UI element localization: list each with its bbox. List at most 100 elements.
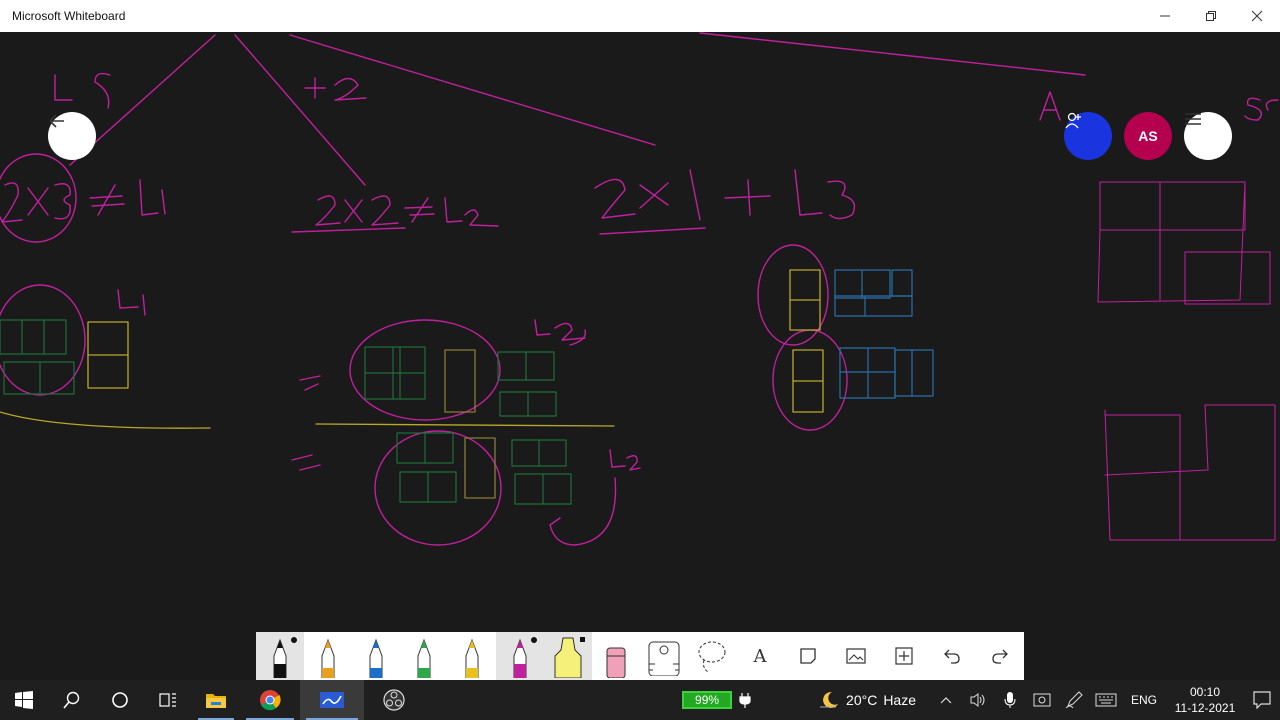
yellow-pen-tool[interactable] bbox=[448, 632, 496, 680]
insert-tool[interactable] bbox=[880, 632, 928, 680]
green-ink bbox=[0, 319, 572, 505]
user-avatar-button[interactable]: AS bbox=[1124, 112, 1172, 160]
battery-level: 99% bbox=[682, 691, 733, 709]
close-button[interactable] bbox=[1234, 0, 1280, 32]
cortana-button[interactable] bbox=[96, 680, 144, 720]
yellow-pen-icon bbox=[465, 638, 479, 678]
weather-widget[interactable]: 20°C Haze bbox=[818, 690, 916, 710]
weather-condition: Haze bbox=[883, 692, 916, 708]
plug-icon bbox=[739, 693, 751, 708]
chrome-app[interactable] bbox=[240, 680, 300, 720]
insert-icon bbox=[895, 647, 913, 665]
redo-tool[interactable] bbox=[976, 632, 1024, 680]
lasso-tool[interactable] bbox=[688, 632, 736, 680]
clock-date: 11-12-2021 bbox=[1174, 701, 1236, 715]
file-explorer-icon bbox=[206, 694, 226, 708]
whiteboard-app-button[interactable] bbox=[300, 680, 364, 720]
black-pen-icon bbox=[273, 638, 287, 678]
task-view-button[interactable] bbox=[144, 680, 192, 720]
avatar-initials: AS bbox=[1138, 128, 1158, 144]
window-title: Microsoft Whiteboard bbox=[12, 9, 126, 23]
whiteboard-app: Microsoft Whiteboard AS A 99% 20°C Haze … bbox=[0, 0, 1280, 720]
whiteboard-icon bbox=[320, 692, 344, 708]
note-tool[interactable] bbox=[784, 632, 832, 680]
image-icon bbox=[846, 648, 866, 664]
restore-button[interactable] bbox=[1188, 0, 1234, 32]
orange-pen-icon bbox=[321, 638, 335, 678]
volume-button[interactable] bbox=[962, 680, 994, 720]
cortana-icon bbox=[112, 692, 128, 708]
start-button[interactable] bbox=[0, 680, 48, 720]
blue-ink bbox=[834, 269, 934, 399]
input-language[interactable]: ENG bbox=[1122, 693, 1166, 707]
green-pen-icon bbox=[417, 638, 431, 678]
task-view-icon bbox=[159, 693, 176, 707]
window-controls bbox=[1142, 0, 1280, 32]
taskbar: 99% 20°C Haze ENG 00:10 11-12-2021 bbox=[0, 680, 1280, 720]
show-hidden-icons-button[interactable] bbox=[930, 680, 962, 720]
minimize-button[interactable] bbox=[1142, 0, 1188, 32]
restore-icon bbox=[1206, 11, 1216, 21]
blue-pen-icon bbox=[369, 638, 383, 678]
redo-icon bbox=[992, 649, 1008, 664]
clock-time: 00:10 bbox=[1189, 685, 1221, 699]
temperature: 20°C bbox=[846, 692, 878, 708]
text-tool[interactable]: A bbox=[736, 632, 784, 680]
text-icon: A bbox=[753, 645, 767, 667]
note-icon bbox=[800, 648, 816, 664]
person-add-icon bbox=[1065, 112, 1081, 129]
microphone-button[interactable] bbox=[994, 680, 1026, 720]
action-center-button[interactable] bbox=[1244, 680, 1280, 720]
settings-menu-button[interactable] bbox=[1184, 112, 1232, 160]
screen-capture-icon bbox=[1033, 693, 1051, 707]
arrow-left-icon bbox=[48, 114, 64, 128]
search-icon bbox=[63, 691, 80, 709]
yellow-ink bbox=[0, 269, 824, 499]
title-bar: Microsoft Whiteboard bbox=[0, 0, 1280, 32]
magenta-ink bbox=[0, 32, 1279, 546]
whiteboard-canvas[interactable]: AS bbox=[0, 32, 1280, 680]
undo-tool[interactable] bbox=[928, 632, 976, 680]
minimize-icon bbox=[1160, 15, 1170, 17]
obs-app[interactable] bbox=[364, 680, 424, 720]
clock[interactable]: 00:10 11-12-2021 bbox=[1166, 684, 1244, 716]
selected-dot bbox=[291, 637, 297, 643]
highlighter-tool[interactable] bbox=[544, 632, 592, 680]
chrome-icon bbox=[260, 690, 281, 711]
black-pen-tool[interactable] bbox=[256, 632, 304, 680]
close-icon bbox=[1251, 10, 1263, 22]
back-button[interactable] bbox=[48, 112, 96, 160]
undo-icon bbox=[944, 649, 960, 664]
notification-icon bbox=[1253, 691, 1271, 709]
chevron-up-icon bbox=[940, 697, 952, 704]
pen-workspace-button[interactable] bbox=[1058, 680, 1090, 720]
speaker-icon bbox=[970, 693, 985, 707]
image-tool[interactable] bbox=[832, 632, 880, 680]
system-tray: 99% 20°C Haze ENG 00:10 11-12-2021 bbox=[682, 680, 1280, 720]
magenta-pen-icon bbox=[513, 638, 527, 678]
selected-marker bbox=[580, 637, 585, 642]
blue-pen-tool[interactable] bbox=[352, 632, 400, 680]
obs-icon bbox=[383, 689, 405, 711]
microphone-icon bbox=[1004, 692, 1016, 708]
screen-capture-button[interactable] bbox=[1026, 680, 1058, 720]
touch-keyboard-button[interactable] bbox=[1090, 680, 1122, 720]
invite-button[interactable] bbox=[1064, 112, 1112, 160]
search-button[interactable] bbox=[48, 680, 96, 720]
battery-indicator[interactable]: 99% bbox=[682, 691, 752, 709]
eraser-tool[interactable] bbox=[592, 632, 640, 680]
green-pen-tool[interactable] bbox=[400, 632, 448, 680]
selected-dot bbox=[531, 637, 537, 643]
lasso-icon bbox=[698, 641, 726, 673]
magenta-pen-tool[interactable] bbox=[496, 632, 544, 680]
eraser-icon bbox=[606, 647, 626, 678]
file-explorer-app[interactable] bbox=[192, 680, 240, 720]
moon-icon bbox=[820, 691, 839, 708]
orange-pen-tool[interactable] bbox=[304, 632, 352, 680]
pen-icon bbox=[1065, 691, 1083, 709]
inking-toolbar: A bbox=[256, 632, 1024, 680]
keyboard-icon bbox=[1095, 693, 1117, 707]
start-icon bbox=[15, 691, 33, 709]
ruler-tool[interactable] bbox=[640, 632, 688, 680]
ruler-icon bbox=[648, 641, 680, 676]
